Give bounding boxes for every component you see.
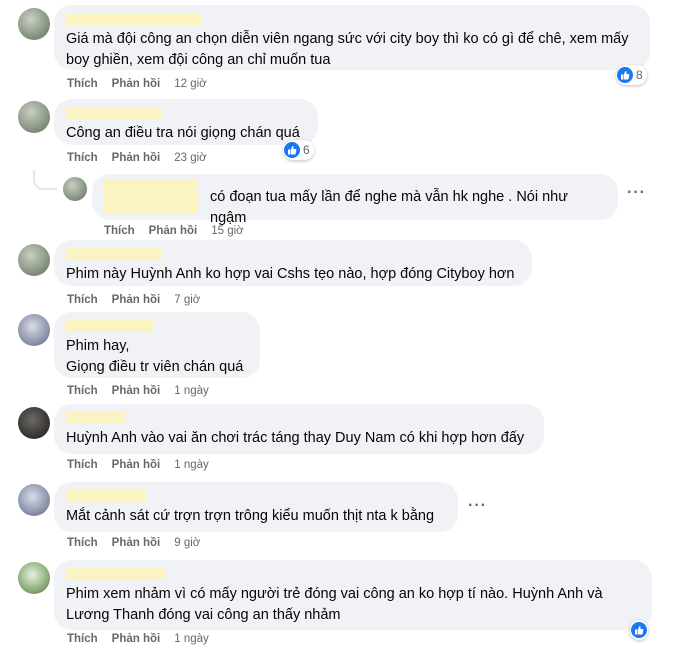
like-button[interactable]: Thích (67, 459, 98, 471)
comment-bubble: Huỳnh Anh vào vai ăn chơi trác táng thay… (54, 404, 544, 454)
avatar[interactable] (18, 8, 50, 40)
commenter-name-redacted[interactable] (66, 412, 126, 424)
comment-actions: Thích Phản hồi 7 giờ (67, 294, 200, 306)
timestamp[interactable]: 23 giờ (174, 152, 206, 164)
reply-button[interactable]: Phản hồi (112, 633, 161, 645)
commenter-name-redacted[interactable] (66, 13, 202, 25)
reaction-count: 6 (303, 143, 310, 157)
timestamp[interactable]: 7 giờ (174, 294, 200, 306)
comment-bubble: có đoạn tua mấy lần để nghe mà vẫn hk ng… (92, 174, 618, 226)
commenter-name-redacted[interactable] (66, 248, 162, 260)
comment-actions: Thích Phản hồi 12 giờ (67, 78, 207, 90)
reaction-summary[interactable]: 6 (283, 140, 314, 160)
avatar[interactable] (63, 177, 87, 201)
commenter-name-redacted[interactable] (66, 568, 166, 580)
commenter-name-redacted[interactable] (66, 320, 154, 332)
reply-button[interactable]: Phản hồi (149, 225, 198, 237)
comment-bubble: Giá mà đội công an chọn diễn viên ngang … (54, 5, 650, 70)
avatar[interactable] (18, 244, 50, 276)
timestamp[interactable]: 1 ngày (174, 633, 209, 645)
reaction-summary[interactable] (630, 620, 648, 640)
like-icon (631, 622, 647, 638)
like-button[interactable]: Thích (67, 633, 98, 645)
avatar[interactable] (18, 101, 50, 133)
comment-text: Phim xem nhảm vì có mấy người trẻ đóng v… (66, 586, 607, 623)
comment-text: Giá mà đội công an chọn diễn viên ngang … (66, 31, 633, 68)
reply-thread-line (33, 170, 57, 190)
reply-button[interactable]: Phản hồi (112, 152, 161, 164)
timestamp[interactable]: 9 giờ (174, 537, 200, 549)
avatar[interactable] (18, 562, 50, 594)
like-button[interactable]: Thích (67, 385, 98, 397)
like-button[interactable]: Thích (67, 294, 98, 306)
commenter-name-redacted[interactable] (66, 490, 146, 502)
comment-bubble: Mắt cảnh sát cứ trợn trợn trông kiểu muố… (54, 482, 458, 532)
avatar[interactable] (18, 314, 50, 346)
commenter-name-redacted[interactable] (104, 180, 198, 214)
reaction-summary[interactable]: 8 (616, 65, 647, 85)
commenter-name-redacted[interactable] (66, 107, 162, 119)
like-button[interactable]: Thích (67, 537, 98, 549)
comment-text: Công an điều tra nói giọng chán quá (66, 125, 300, 141)
timestamp[interactable]: 15 giờ (211, 225, 243, 237)
comment-actions: Thích Phản hồi 1 ngày (67, 633, 209, 645)
comment-text: có đoạn tua mấy lần để nghe mà vẫn hk ng… (210, 189, 572, 226)
comment-actions: Thích Phản hồi 1 ngày (67, 385, 209, 397)
comment-text: Huỳnh Anh vào vai ăn chơi trác táng thay… (66, 430, 525, 446)
comment-actions: Thích Phản hồi 9 giờ (67, 537, 200, 549)
like-icon (617, 67, 633, 83)
more-options-icon[interactable]: ··· (468, 497, 487, 515)
comment-actions: Thích Phản hồi 23 giờ (67, 152, 207, 164)
reply-button[interactable]: Phản hồi (112, 385, 161, 397)
timestamp[interactable]: 1 ngày (174, 385, 209, 397)
comment-bubble: Phim này Huỳnh Anh ko hợp vai Cshs tẹo n… (54, 240, 532, 286)
like-button[interactable]: Thích (104, 225, 135, 237)
comment-bubble: Phim hay, Giọng điều tr viên chán quá (54, 312, 260, 378)
reaction-count: 8 (636, 68, 643, 82)
comment-actions: Thích Phản hồi 15 giờ (104, 225, 244, 237)
reply-button[interactable]: Phản hồi (112, 537, 161, 549)
more-options-icon[interactable]: ··· (627, 184, 646, 202)
reply-button[interactable]: Phản hồi (112, 459, 161, 471)
timestamp[interactable]: 1 ngày (174, 459, 209, 471)
comment-text: Phim này Huỳnh Anh ko hợp vai Cshs tẹo n… (66, 266, 515, 282)
comment-text: Mắt cảnh sát cứ trợn trợn trông kiểu muố… (66, 508, 435, 524)
like-icon (284, 142, 300, 158)
comment-text: Phim hay, Giọng điều tr viên chán quá (66, 338, 244, 375)
reply-button[interactable]: Phản hồi (112, 78, 161, 90)
like-button[interactable]: Thích (67, 152, 98, 164)
avatar[interactable] (18, 407, 50, 439)
like-button[interactable]: Thích (67, 78, 98, 90)
comment-bubble: Phim xem nhảm vì có mấy người trẻ đóng v… (54, 560, 652, 630)
comment-actions: Thích Phản hồi 1 ngày (67, 459, 209, 471)
comment-bubble: Công an điều tra nói giọng chán quá (54, 99, 318, 145)
reply-button[interactable]: Phản hồi (112, 294, 161, 306)
avatar[interactable] (18, 484, 50, 516)
timestamp[interactable]: 12 giờ (174, 78, 206, 90)
